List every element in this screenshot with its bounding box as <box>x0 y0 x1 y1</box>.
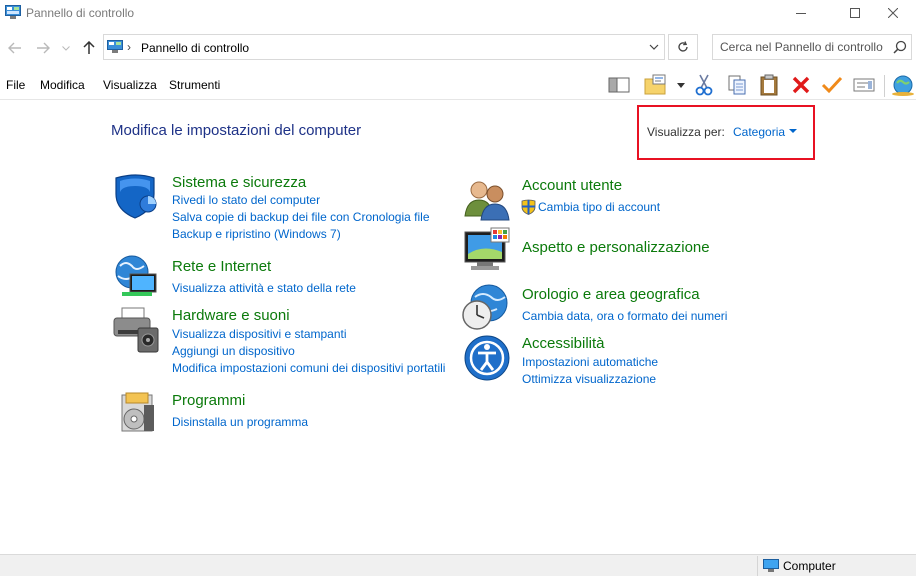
link-backup-restore[interactable]: Backup e ripristino (Windows 7) <box>172 227 341 241</box>
link-change-account-type[interactable]: Cambia tipo di account <box>538 200 660 214</box>
clipboard-icon <box>760 74 778 96</box>
link-change-date-time-format[interactable]: Cambia data, ora o formato dei numeri <box>522 309 727 323</box>
minimize-button[interactable] <box>778 0 824 26</box>
control-panel-icon <box>5 5 21 19</box>
shield-icon[interactable] <box>112 172 160 220</box>
link-uninstall-program[interactable]: Disinstalla un programma <box>172 415 308 429</box>
computer-icon <box>763 559 779 572</box>
category-programs[interactable]: Programmi <box>172 392 245 409</box>
back-button[interactable] <box>6 38 24 58</box>
up-button[interactable] <box>80 38 98 58</box>
arrow-right-icon <box>37 42 50 54</box>
scissors-icon <box>695 74 713 96</box>
link-optimize-display[interactable]: Ottimizza visualizzazione <box>522 372 656 386</box>
link-mobility-settings[interactable]: Modifica impostazioni comuni dei disposi… <box>172 361 445 375</box>
caret-down-icon[interactable] <box>789 129 797 133</box>
forward-button[interactable] <box>34 38 52 58</box>
page-title: Modifica le impostazioni del computer <box>111 122 362 139</box>
control-panel-icon <box>107 40 123 53</box>
view-by-dropdown[interactable]: Categoria <box>733 125 785 139</box>
chevron-down-icon <box>649 44 659 50</box>
search-box[interactable] <box>712 34 912 60</box>
window-title: Pannello di controllo <box>26 6 135 20</box>
link-review-computer-status[interactable]: Rivedi lo stato del computer <box>172 193 320 207</box>
menu-view[interactable]: Visualizza <box>103 78 157 92</box>
checkmark-icon <box>821 76 843 94</box>
close-button[interactable] <box>870 0 916 26</box>
status-text: Computer <box>783 559 836 573</box>
category-hardware-sound[interactable]: Hardware e suoni <box>172 307 290 324</box>
arrow-up-icon <box>83 41 95 54</box>
search-icon[interactable] <box>893 40 907 54</box>
arrow-left-icon <box>8 42 21 54</box>
search-input[interactable] <box>713 35 896 59</box>
clock-globe-icon[interactable] <box>461 283 509 331</box>
category-network-internet[interactable]: Rete e Internet <box>172 258 271 275</box>
folder-properties-icon <box>644 74 666 95</box>
recent-locations-button[interactable] <box>60 38 72 58</box>
pane-layout-icon <box>608 77 630 93</box>
copy-icon <box>728 75 746 95</box>
category-accessibility[interactable]: Accessibilità <box>522 335 605 352</box>
chevron-down-icon <box>62 45 70 51</box>
status-divider <box>757 556 758 576</box>
rename-button[interactable] <box>851 73 877 97</box>
menu-edit[interactable]: Modifica <box>40 78 85 92</box>
refresh-icon <box>678 41 688 52</box>
menu-tools[interactable]: Strumenti <box>169 78 220 92</box>
paste-button[interactable] <box>756 73 782 97</box>
uac-shield-icon <box>521 199 536 215</box>
caret-down-icon <box>677 82 685 88</box>
delete-button[interactable] <box>788 73 814 97</box>
globe-icon <box>892 75 914 96</box>
programs-icon[interactable] <box>114 389 162 437</box>
toolbar-separator <box>884 75 885 97</box>
properties-button[interactable] <box>819 73 845 97</box>
folder-view-button[interactable] <box>643 73 669 97</box>
link-file-history-backup[interactable]: Salva copie di backup dei file con Crono… <box>172 210 430 224</box>
internet-options-button[interactable] <box>890 73 916 97</box>
link-devices-printers[interactable]: Visualizza dispositivi e stampanti <box>172 327 347 341</box>
category-user-accounts[interactable]: Account utente <box>522 177 622 194</box>
refresh-button[interactable] <box>668 34 698 60</box>
minimize-icon <box>796 13 806 14</box>
maximize-icon <box>850 8 860 18</box>
delete-x-icon <box>792 76 810 94</box>
category-system-security[interactable]: Sistema e sicurezza <box>172 174 306 191</box>
category-appearance[interactable]: Aspetto e personalizzazione <box>522 239 710 256</box>
accessibility-icon[interactable] <box>463 334 511 382</box>
view-by-label: Visualizza per: <box>647 125 725 139</box>
breadcrumb-separator-icon[interactable]: › <box>127 40 131 54</box>
users-icon[interactable] <box>463 176 511 224</box>
address-dropdown-button[interactable] <box>643 34 665 60</box>
printer-speaker-icon[interactable] <box>112 306 160 354</box>
link-add-device[interactable]: Aggiungi un dispositivo <box>172 344 295 358</box>
copy-button[interactable] <box>724 73 750 97</box>
network-icon[interactable] <box>112 252 160 300</box>
folder-view-dropdown[interactable] <box>674 73 688 97</box>
close-icon <box>888 8 898 18</box>
menu-file[interactable]: File <box>6 78 25 92</box>
monitor-palette-icon[interactable] <box>463 226 511 274</box>
cut-button[interactable] <box>691 73 717 97</box>
layout-pane-button[interactable] <box>606 73 632 97</box>
category-clock-region[interactable]: Orologio e area geografica <box>522 286 700 303</box>
rename-icon <box>853 78 875 92</box>
link-network-status[interactable]: Visualizza attività e stato della rete <box>172 281 356 295</box>
link-automatic-settings[interactable]: Impostazioni automatiche <box>522 355 658 369</box>
breadcrumb-item[interactable]: Pannello di controllo <box>141 41 249 55</box>
